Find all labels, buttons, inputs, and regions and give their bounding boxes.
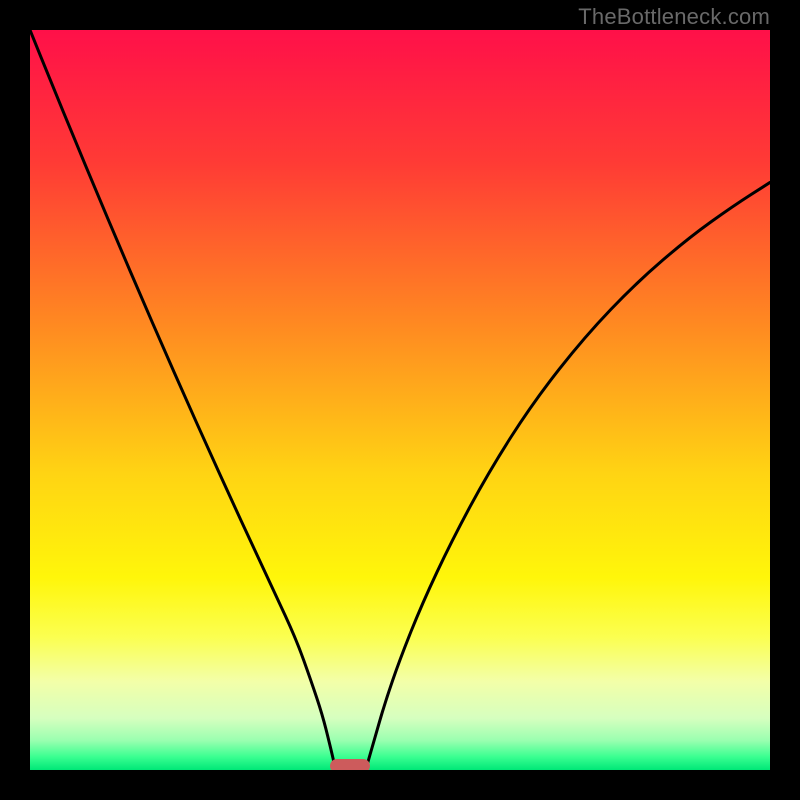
- left-curve: [30, 30, 335, 766]
- right-curve: [367, 182, 770, 766]
- watermark-text: TheBottleneck.com: [578, 4, 770, 30]
- bottleneck-marker: [330, 759, 370, 770]
- curves-layer: [30, 30, 770, 770]
- plot-area: [30, 30, 770, 770]
- chart-frame: TheBottleneck.com: [0, 0, 800, 800]
